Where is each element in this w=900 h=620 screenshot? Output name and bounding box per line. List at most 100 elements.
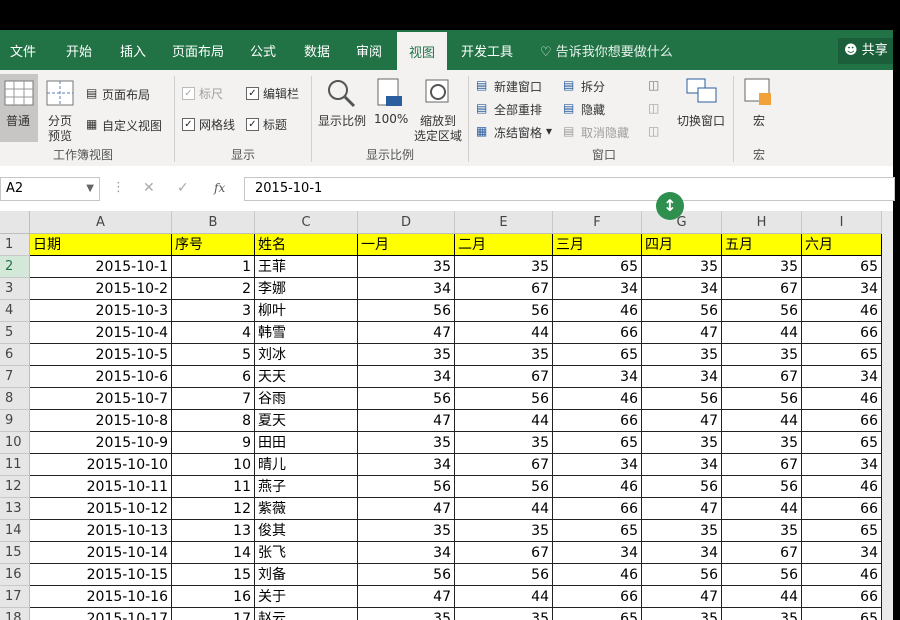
table-cell[interactable]: 47 — [642, 322, 722, 344]
table-cell[interactable]: 刘备 — [255, 564, 358, 586]
table-cell[interactable]: 34 — [553, 542, 642, 564]
table-cell[interactable]: 56 — [722, 388, 802, 410]
fx-icon[interactable]: fx — [214, 181, 225, 195]
table-cell[interactable]: 2015-10-17 — [30, 608, 172, 620]
table-cell[interactable]: 65 — [802, 608, 882, 620]
table-cell[interactable]: 2015-10-13 — [30, 520, 172, 542]
headings-checkbox[interactable]: ✓ — [246, 118, 259, 131]
custom-views-button[interactable]: 自定义视图 — [102, 117, 162, 134]
hide-button[interactable]: 隐藏 — [581, 101, 605, 118]
table-cell[interactable]: 66 — [802, 498, 882, 520]
table-cell[interactable]: 35 — [642, 432, 722, 454]
table-cell[interactable]: 12 — [172, 498, 255, 520]
table-cell[interactable]: 67 — [722, 542, 802, 564]
page-break-label-2[interactable]: 预览 — [48, 127, 72, 144]
formula-bar-checkbox[interactable]: ✓ — [246, 87, 259, 100]
table-cell[interactable]: 56 — [358, 476, 455, 498]
table-cell[interactable]: 35 — [455, 520, 553, 542]
table-cell[interactable]: 天天 — [255, 366, 358, 388]
table-cell[interactable]: 46 — [802, 388, 882, 410]
table-cell[interactable]: 46 — [802, 300, 882, 322]
table-cell[interactable]: 刘冰 — [255, 344, 358, 366]
table-cell[interactable]: 56 — [455, 300, 553, 322]
table-cell[interactable]: 9 — [172, 432, 255, 454]
header-cell[interactable]: 三月 — [553, 234, 642, 256]
table-cell[interactable]: 65 — [553, 608, 642, 620]
row-header[interactable]: 7 — [0, 366, 30, 388]
table-cell[interactable]: 65 — [802, 344, 882, 366]
header-cell[interactable]: 日期 — [30, 234, 172, 256]
table-cell[interactable]: 34 — [642, 366, 722, 388]
table-cell[interactable]: 2015-10-6 — [30, 366, 172, 388]
table-cell[interactable]: 47 — [358, 586, 455, 608]
table-cell[interactable]: 韩雪 — [255, 322, 358, 344]
header-cell[interactable]: 六月 — [802, 234, 882, 256]
row-header[interactable]: 5 — [0, 322, 30, 344]
table-cell[interactable]: 47 — [642, 586, 722, 608]
table-cell[interactable]: 44 — [722, 322, 802, 344]
table-cell[interactable]: 35 — [722, 256, 802, 278]
table-cell[interactable]: 66 — [802, 322, 882, 344]
row-header[interactable]: 6 — [0, 344, 30, 366]
table-cell[interactable]: 34 — [358, 454, 455, 476]
table-cell[interactable]: 56 — [455, 476, 553, 498]
table-cell[interactable]: 35 — [455, 344, 553, 366]
table-cell[interactable]: 56 — [358, 388, 455, 410]
cancel-icon[interactable]: ✕ — [143, 180, 155, 196]
table-cell[interactable]: 65 — [802, 520, 882, 542]
table-cell[interactable]: 谷雨 — [255, 388, 358, 410]
table-cell[interactable]: 56 — [358, 564, 455, 586]
table-cell[interactable]: 35 — [642, 608, 722, 620]
table-cell[interactable]: 燕子 — [255, 476, 358, 498]
table-cell[interactable]: 47 — [642, 410, 722, 432]
new-window-button[interactable]: 新建窗口 — [494, 78, 542, 95]
zoom-selection-label-2[interactable]: 选定区域 — [414, 127, 462, 144]
tab-page-layout[interactable]: 页面布局 — [165, 30, 231, 70]
name-box[interactable]: A2 ▼ — [0, 177, 100, 201]
unhide-button[interactable]: 取消隐藏 — [581, 124, 629, 141]
table-cell[interactable]: 34 — [802, 278, 882, 300]
gridlines-checkbox[interactable]: ✓ — [182, 118, 195, 131]
table-cell[interactable]: 65 — [553, 432, 642, 454]
table-cell[interactable]: 17 — [172, 608, 255, 620]
table-cell[interactable]: 5 — [172, 344, 255, 366]
share-button[interactable]: ☻ 共享 — [838, 38, 893, 64]
table-cell[interactable]: 34 — [642, 454, 722, 476]
table-cell[interactable]: 56 — [455, 564, 553, 586]
tell-me-box[interactable]: ♡ 告诉我你想要做什么 — [540, 30, 673, 70]
row-header[interactable]: 1 — [0, 234, 30, 256]
table-cell[interactable]: 34 — [642, 278, 722, 300]
worksheet-grid[interactable]: A B C D E F G H I 1 日期 序号 姓名 一月 二月 三月 四月 五月 六月 2 2015-10-1 1 王… — [0, 211, 893, 620]
reset-position-icon[interactable]: ◫ — [648, 124, 659, 138]
table-cell[interactable]: 柳叶 — [255, 300, 358, 322]
table-cell[interactable]: 67 — [722, 366, 802, 388]
table-cell[interactable]: 47 — [358, 410, 455, 432]
table-cell[interactable]: 2015-10-15 — [30, 564, 172, 586]
header-cell[interactable]: 四月 — [642, 234, 722, 256]
table-cell[interactable]: 56 — [455, 388, 553, 410]
table-cell[interactable]: 56 — [642, 300, 722, 322]
table-cell[interactable]: 67 — [455, 278, 553, 300]
table-cell[interactable]: 3 — [172, 300, 255, 322]
table-cell[interactable]: 34 — [553, 454, 642, 476]
table-cell[interactable]: 67 — [455, 454, 553, 476]
enter-icon[interactable]: ✓ — [177, 180, 189, 196]
table-cell[interactable]: 47 — [642, 498, 722, 520]
table-cell[interactable]: 2015-10-14 — [30, 542, 172, 564]
table-cell[interactable]: 张飞 — [255, 542, 358, 564]
zoom-button[interactable]: 显示比例 — [318, 112, 366, 129]
search-icon[interactable] — [326, 78, 356, 108]
table-cell[interactable]: 35 — [455, 432, 553, 454]
table-cell[interactable]: 2015-10-10 — [30, 454, 172, 476]
tab-data[interactable]: 数据 — [297, 30, 337, 70]
table-cell[interactable]: 34 — [553, 278, 642, 300]
table-cell[interactable]: 35 — [722, 608, 802, 620]
table-cell[interactable]: 35 — [722, 432, 802, 454]
table-cell[interactable]: 65 — [802, 256, 882, 278]
table-cell[interactable]: 2015-10-8 — [30, 410, 172, 432]
table-cell[interactable]: 34 — [358, 542, 455, 564]
table-cell[interactable]: 65 — [553, 344, 642, 366]
table-cell[interactable]: 66 — [802, 586, 882, 608]
table-cell[interactable]: 2015-10-1 — [30, 256, 172, 278]
table-cell[interactable]: 2015-10-16 — [30, 586, 172, 608]
